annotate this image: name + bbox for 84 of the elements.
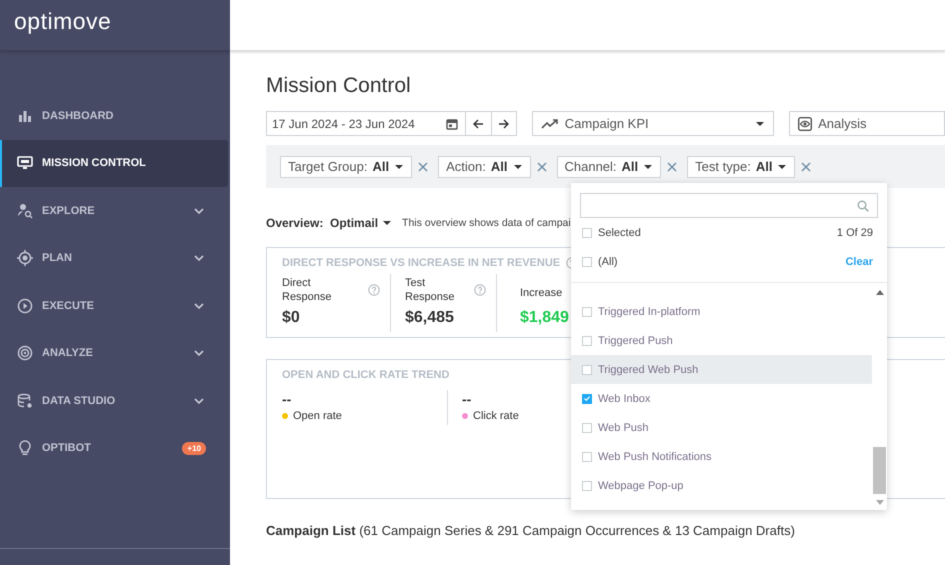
- option-row[interactable]: Triggered Push: [571, 326, 872, 355]
- metric-value: --: [462, 392, 472, 406]
- logo: optimove: [14, 8, 112, 34]
- metric-value: --: [282, 392, 292, 406]
- checkbox[interactable]: [582, 306, 592, 316]
- help-icon: [368, 284, 380, 296]
- metric-label: Test Response: [405, 276, 456, 304]
- help-icon: [474, 284, 486, 296]
- notification-badge: +10: [182, 442, 206, 455]
- play-circle-icon: [17, 298, 33, 314]
- checkbox[interactable]: [582, 452, 592, 462]
- caret-icon: [382, 219, 392, 227]
- option-row[interactable]: Webpage Pop-up: [571, 471, 872, 500]
- scroll-thumb[interactable]: [873, 447, 886, 494]
- checkbox[interactable]: [582, 364, 592, 374]
- user-search-icon: [17, 202, 33, 219]
- option-row[interactable]: Web Inbox: [571, 384, 872, 413]
- nav-item[interactable]: ANALYZE: [0, 330, 228, 377]
- lightbulb-icon: [17, 440, 33, 456]
- nav-item[interactable]: DATA STUDIO: [0, 377, 228, 424]
- close-icon: [667, 162, 678, 172]
- caret-icon: [755, 120, 766, 128]
- nav-item[interactable]: DASHBOARD: [0, 92, 228, 140]
- overview-dropdown[interactable]: Overview: Optimail: [266, 216, 392, 230]
- nav-item[interactable]: EXECUTE: [0, 282, 228, 330]
- filter-dropdown[interactable]: Target Group: All: [280, 156, 412, 178]
- metric-value: $1,849: [520, 309, 569, 327]
- nav-item[interactable]: MISSION CONTROL: [0, 140, 228, 187]
- previous-button[interactable]: [466, 111, 492, 136]
- overview-note: This overview shows data of campai: [402, 217, 571, 229]
- scroll-up-icon: [876, 289, 884, 295]
- metric-label: Increase: [520, 286, 564, 300]
- checkbox[interactable]: [582, 256, 592, 266]
- campaign-list-heading: Campaign List (61 Campaign Series & 291 Campaign Occurrences & 13 Campaign Drafts): [266, 523, 796, 538]
- view-dropdown[interactable]: Analysis: [789, 111, 945, 136]
- metric-label: Direct Response: [282, 276, 333, 304]
- scroll-down-icon: [876, 500, 884, 506]
- caret-icon: [643, 162, 654, 170]
- option-label: (All): [598, 256, 619, 268]
- date-range-picker[interactable]: 17 Jun 2024 - 23 Jun 2024: [266, 111, 466, 136]
- close-icon: [418, 162, 428, 172]
- clear-link[interactable]: Clear: [845, 256, 873, 268]
- checkbox[interactable]: [582, 394, 592, 404]
- radar-icon: [17, 345, 33, 362]
- close-icon: [801, 162, 812, 172]
- arrow-right-icon: [498, 118, 510, 130]
- legend-label: Open rate: [293, 410, 342, 422]
- eye-icon: [798, 116, 812, 130]
- option-label: Selected: [598, 226, 642, 238]
- trend-up-icon: [540, 118, 559, 130]
- search-field[interactable]: [580, 193, 878, 218]
- close-icon: [536, 162, 546, 172]
- metric-value: $6,485: [405, 309, 454, 327]
- checkbox[interactable]: [582, 228, 592, 238]
- nav-item[interactable]: PLAN: [0, 234, 228, 282]
- scrollbar[interactable]: [872, 285, 887, 510]
- option-row[interactable]: Triggered In-platform: [571, 297, 872, 326]
- caret-icon: [512, 162, 522, 170]
- nav-item[interactable]: OPTIBOT +10: [0, 424, 228, 472]
- target-icon: [17, 250, 33, 266]
- metric-value: $0: [282, 309, 300, 327]
- monitor-icon: [17, 155, 33, 172]
- filter-dropdown[interactable]: Test type: All: [687, 156, 796, 178]
- option-row[interactable]: Triggered Web Push: [571, 355, 872, 384]
- caret-icon: [394, 162, 404, 170]
- filter-dropdown[interactable]: Channel: All: [556, 156, 662, 178]
- caret-icon: [777, 162, 788, 170]
- arrow-left-icon: [472, 118, 484, 130]
- checkbox[interactable]: [582, 336, 592, 346]
- page-title: Mission Control: [266, 74, 412, 98]
- checkbox[interactable]: [582, 480, 592, 490]
- checkbox[interactable]: [582, 422, 592, 432]
- option-row[interactable]: Web Push: [571, 413, 872, 442]
- nav-item[interactable]: EXPLORE: [0, 187, 228, 234]
- filter-dropdown[interactable]: Action: All: [438, 156, 530, 178]
- option-row[interactable]: Web Push Notifications: [571, 442, 872, 471]
- next-button[interactable]: [492, 111, 517, 136]
- calendar-icon: [446, 118, 458, 130]
- legend-label: Click rate: [473, 410, 519, 422]
- card-title: OPEN AND CLICK RATE TREND: [282, 369, 450, 381]
- card-title: DIRECT RESPONSE VS INCREASE IN NET REVENUE: [282, 257, 560, 269]
- search-icon: [857, 200, 869, 212]
- kpi-dropdown[interactable]: Campaign KPI: [532, 111, 774, 136]
- selection-count: 1 Of 29: [836, 226, 873, 238]
